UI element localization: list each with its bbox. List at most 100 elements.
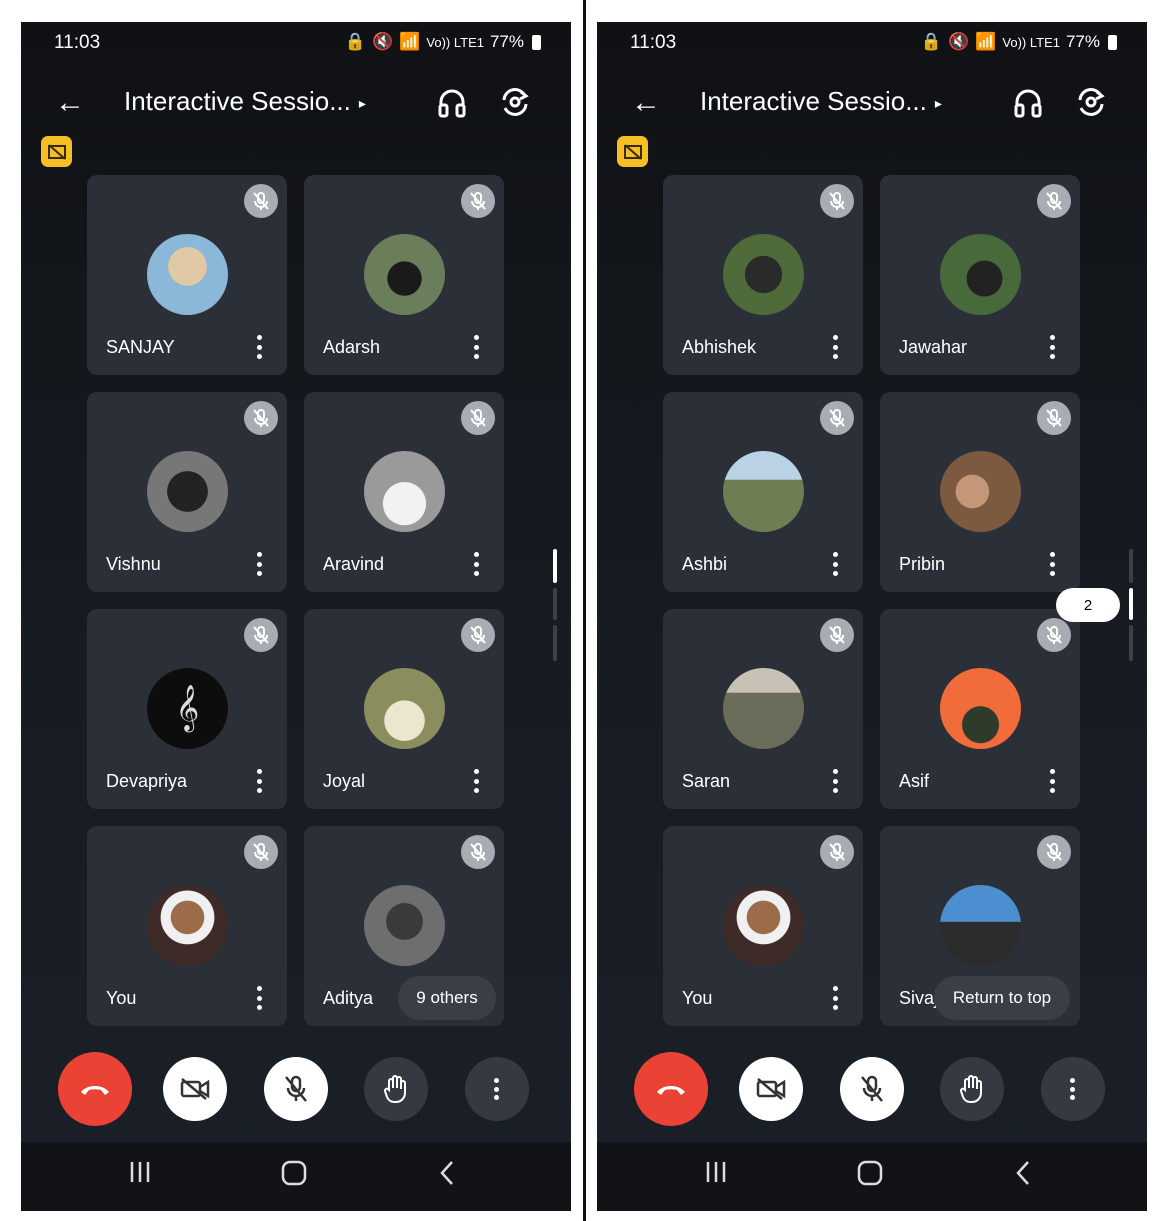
participant-name: Saran — [682, 771, 731, 791]
more-options-icon[interactable] — [1050, 552, 1056, 576]
recent-apps-icon[interactable] — [128, 1160, 152, 1189]
participant-name: You — [106, 988, 137, 1008]
back-nav-icon[interactable] — [439, 1160, 455, 1191]
more-options-icon[interactable] — [833, 335, 839, 359]
switch-camera-icon[interactable] — [1075, 86, 1107, 123]
raise-hand-button[interactable] — [940, 1057, 1004, 1121]
scrollbar-track — [553, 588, 557, 620]
participant-tile[interactable]: You — [87, 826, 287, 1026]
lock-icon: 🔒 — [344, 32, 367, 51]
status-time: 11:03 — [630, 32, 677, 53]
battery-text: 77% — [1065, 32, 1100, 51]
participant-name: Abhishek — [682, 337, 757, 357]
participant-name: Adarsh — [323, 337, 381, 357]
mic-off-icon — [244, 401, 278, 435]
more-options-button[interactable] — [465, 1057, 529, 1121]
meeting-title[interactable]: Interactive Sessio... ▸ — [700, 86, 942, 117]
mic-off-icon — [820, 184, 854, 218]
participant-tile[interactable]: Jawahar — [880, 175, 1080, 375]
mic-off-icon — [1037, 835, 1071, 869]
back-arrow-icon[interactable]: ← — [55, 86, 85, 120]
scrollbar-thumb[interactable] — [1129, 588, 1133, 620]
mic-off-icon — [461, 835, 495, 869]
headset-icon[interactable] — [1013, 86, 1043, 123]
participant-tile[interactable]: Saran — [663, 609, 863, 809]
avatar — [723, 885, 804, 966]
more-options-icon[interactable] — [1050, 335, 1056, 359]
avatar — [940, 668, 1021, 749]
raise-hand-button[interactable] — [364, 1057, 428, 1121]
wifi-icon: 📶 — [399, 32, 421, 51]
meeting-header: ← Interactive Sessio... ▸ — [597, 82, 1147, 126]
others-button[interactable]: 9 others — [398, 976, 496, 1020]
participant-tile[interactable]: Pribin — [880, 392, 1080, 592]
mic-off-icon — [820, 835, 854, 869]
scrollbar-thumb[interactable] — [553, 549, 557, 583]
back-arrow-icon[interactable]: ← — [631, 86, 661, 120]
mute-icon: 🔇 — [372, 32, 394, 51]
mic-off-icon — [461, 618, 495, 652]
more-options-icon[interactable] — [833, 552, 839, 576]
network-label: Vo)) LTE1 — [1002, 34, 1060, 50]
participant-tile[interactable]: Aditya 9 others — [304, 826, 504, 1026]
return-to-top-button[interactable]: Return to top — [934, 976, 1070, 1020]
more-options-icon[interactable] — [1050, 769, 1056, 793]
more-options-button[interactable] — [1041, 1057, 1105, 1121]
mic-off-icon — [820, 618, 854, 652]
more-options-icon[interactable] — [833, 769, 839, 793]
headset-icon[interactable] — [437, 86, 467, 123]
participant-tile[interactable]: 𝄞 Devapriya — [87, 609, 287, 809]
scrollbar-track — [553, 625, 557, 661]
participant-name: You — [682, 988, 713, 1008]
status-icons: 🔒 🔇 📶 Vo)) LTE1 77% — [345, 32, 541, 52]
participant-tile[interactable]: Aravind — [304, 392, 504, 592]
participant-tile[interactable]: You — [663, 826, 863, 1026]
participant-name: Devapriya — [106, 771, 188, 791]
end-call-button[interactable] — [58, 1052, 132, 1126]
switch-camera-icon[interactable] — [499, 86, 531, 123]
more-options-icon[interactable] — [474, 769, 480, 793]
mic-off-icon — [461, 401, 495, 435]
participant-name: Aditya — [323, 988, 374, 1008]
avatar — [147, 885, 228, 966]
status-bar: 11:03 🔒 🔇 📶 Vo)) LTE1 77% — [630, 32, 1117, 54]
phone-right: 11:03 🔒 🔇 📶 Vo)) LTE1 77% ← Interactive … — [597, 22, 1147, 1211]
camera-off-button[interactable] — [739, 1057, 803, 1121]
avatar — [364, 234, 445, 315]
end-call-button[interactable] — [634, 1052, 708, 1126]
more-options-icon[interactable] — [257, 769, 263, 793]
avatar — [940, 451, 1021, 532]
participant-tile[interactable]: Asif — [880, 609, 1080, 809]
home-icon[interactable] — [857, 1160, 883, 1191]
participant-tile[interactable]: Ashbi — [663, 392, 863, 592]
treble-clef-avatar: 𝄞 — [147, 668, 228, 749]
participant-name: Sivaj — [899, 988, 939, 1008]
battery-text: 77% — [489, 32, 524, 51]
participant-name: Pribin — [899, 554, 946, 574]
wifi-icon: 📶 — [975, 32, 997, 51]
meeting-title[interactable]: Interactive Sessio... ▸ — [124, 86, 366, 117]
more-options-icon[interactable] — [474, 335, 480, 359]
back-nav-icon[interactable] — [1015, 1160, 1031, 1191]
participant-tile[interactable]: Adarsh — [304, 175, 504, 375]
participant-tile[interactable]: SANJAY — [87, 175, 287, 375]
participant-name: Aravind — [323, 554, 385, 574]
more-options-icon[interactable] — [257, 986, 263, 1010]
status-bar: 11:03 🔒 🔇 📶 Vo)) LTE1 77% — [54, 32, 541, 54]
home-icon[interactable] — [281, 1160, 307, 1191]
recent-apps-icon[interactable] — [704, 1160, 728, 1189]
participant-tile[interactable]: Joyal — [304, 609, 504, 809]
more-options-icon[interactable] — [257, 335, 263, 359]
participant-tile[interactable]: Vishnu — [87, 392, 287, 592]
camera-off-button[interactable] — [163, 1057, 227, 1121]
more-options-icon[interactable] — [257, 552, 263, 576]
mic-off-button[interactable] — [840, 1057, 904, 1121]
camera-off-badge-icon — [617, 136, 648, 167]
mic-off-icon — [820, 401, 854, 435]
more-options-icon[interactable] — [474, 552, 480, 576]
participant-tile[interactable]: Sivaj Return to top — [880, 826, 1080, 1026]
mic-off-icon — [244, 835, 278, 869]
mic-off-button[interactable] — [264, 1057, 328, 1121]
more-options-icon[interactable] — [833, 986, 839, 1010]
participant-tile[interactable]: Abhishek — [663, 175, 863, 375]
